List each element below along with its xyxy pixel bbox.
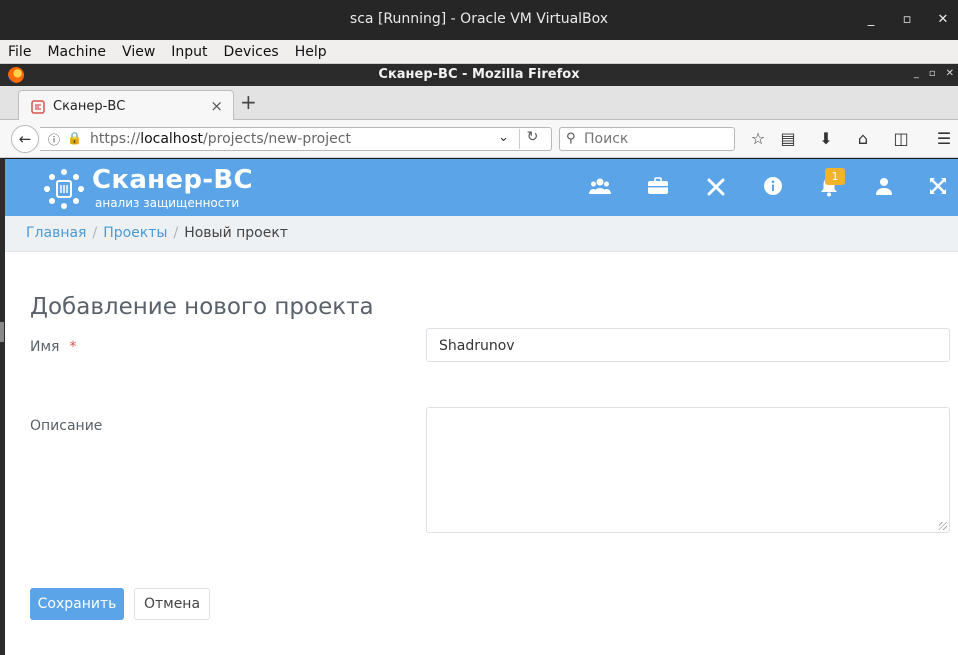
scanner-logo-icon xyxy=(44,169,84,209)
menu-machine[interactable]: Machine xyxy=(39,44,114,60)
menu-input[interactable]: Input xyxy=(163,44,215,60)
vbox-titlebar: sca [Running] - Oracle VM VirtualBox _ ▫… xyxy=(0,0,958,40)
description-field[interactable] xyxy=(426,407,950,533)
name-label: Имя * xyxy=(30,339,76,355)
tab-label: Сканер-ВС xyxy=(53,99,126,114)
breadcrumb-bar: Главная / Проекты / Новый проект xyxy=(5,216,958,252)
page-title: Добавление нового проекта xyxy=(30,294,374,320)
back-button[interactable]: ← xyxy=(11,125,39,153)
tools-icon[interactable] xyxy=(704,177,728,199)
reload-icon[interactable]: ↻ xyxy=(519,129,545,149)
app-header: Сканер-ВС анализ защищенности 1 xyxy=(5,159,958,216)
insecure-lock-icon[interactable]: 🔒 xyxy=(67,131,82,145)
scanner-favicon-icon xyxy=(31,100,45,114)
page-content: Сканер-ВС анализ защищенности 1 Главная … xyxy=(5,159,958,655)
breadcrumb-projects[interactable]: Проекты xyxy=(103,225,167,241)
name-label-text: Имя xyxy=(30,339,60,355)
resize-handle-icon[interactable] xyxy=(939,522,947,530)
ff-minimize-icon[interactable]: _ xyxy=(914,68,919,79)
info-icon[interactable]: ⓘ xyxy=(48,131,60,148)
menu-file[interactable]: File xyxy=(0,44,39,60)
menu-devices[interactable]: Devices xyxy=(216,44,287,60)
left-edge-handle xyxy=(0,322,4,342)
save-button[interactable]: Сохранить xyxy=(30,588,124,620)
hamburger-menu-icon[interactable]: ☰ xyxy=(934,129,954,148)
required-mark: * xyxy=(69,339,77,355)
breadcrumb: Главная / Проекты / Новый проект xyxy=(26,225,288,241)
app-logo-title: Сканер-ВС xyxy=(92,165,253,195)
ff-restore-icon[interactable]: ▫ xyxy=(929,68,936,79)
home-icon[interactable]: ⌂ xyxy=(853,129,873,148)
navigation-toolbar: ← ⓘ 🔒 https://localhost/projects/new-pro… xyxy=(0,120,958,158)
reading-list-icon[interactable]: ▤ xyxy=(778,129,798,148)
search-placeholder: Поиск xyxy=(584,131,629,147)
breadcrumb-home[interactable]: Главная xyxy=(26,225,86,241)
info-circle-icon[interactable] xyxy=(761,177,785,199)
users-icon[interactable] xyxy=(588,177,612,199)
tab-close-icon[interactable]: × xyxy=(210,97,223,115)
new-tab-button[interactable]: + xyxy=(240,90,257,114)
breadcrumb-separator: / xyxy=(173,225,179,241)
maximize-icon[interactable]: ▫ xyxy=(898,12,916,28)
minimize-icon[interactable]: _ xyxy=(862,12,880,28)
breadcrumb-current: Новый проект xyxy=(184,225,288,241)
url-bar[interactable]: ⓘ 🔒 https://localhost/projects/new-proje… xyxy=(40,127,552,151)
vbox-window-title: sca [Running] - Oracle VM VirtualBox xyxy=(349,11,609,27)
menu-view[interactable]: View xyxy=(114,44,163,60)
pocket-icon[interactable]: ◫ xyxy=(891,129,911,148)
ff-close-icon[interactable]: ✕ xyxy=(946,68,954,79)
download-icon[interactable]: ⬇ xyxy=(816,129,836,148)
user-icon[interactable] xyxy=(872,177,896,199)
search-input[interactable]: ⚲ Поиск xyxy=(559,127,735,151)
vbox-menubar: File Machine View Input Devices Help xyxy=(0,40,958,64)
arrow-left-icon: ← xyxy=(18,130,32,148)
app-logo-subtitle: анализ защищенности xyxy=(95,196,240,210)
briefcase-icon[interactable] xyxy=(646,177,670,199)
fullscreen-icon[interactable] xyxy=(926,177,950,199)
tab-scanner-vs[interactable]: Сканер-ВС × xyxy=(18,90,234,121)
breadcrumb-separator: / xyxy=(92,225,98,241)
firefox-titlebar: Сканер-ВС - Mozilla Firefox _ ▫ ✕ xyxy=(0,64,958,86)
menu-help[interactable]: Help xyxy=(287,44,335,60)
tab-strip: Сканер-ВС × + xyxy=(0,86,958,121)
name-field[interactable]: Shadrunov xyxy=(426,328,950,362)
notification-badge: 1 xyxy=(825,168,845,185)
chevron-down-icon[interactable]: ⌄ xyxy=(498,130,509,145)
vbox-window-controls: _ ▫ ✕ xyxy=(862,12,952,28)
close-icon[interactable]: ✕ xyxy=(934,12,952,28)
url-text: https://localhost/projects/new-project xyxy=(90,131,351,147)
firefox-window-title: Сканер-ВС - Mozilla Firefox xyxy=(378,67,580,82)
search-icon: ⚲ xyxy=(566,131,576,146)
description-label: Описание xyxy=(30,418,103,434)
cancel-button[interactable]: Отмена xyxy=(134,588,210,620)
bookmark-star-icon[interactable]: ☆ xyxy=(748,129,768,148)
firefox-window-controls: _ ▫ ✕ xyxy=(914,68,954,79)
